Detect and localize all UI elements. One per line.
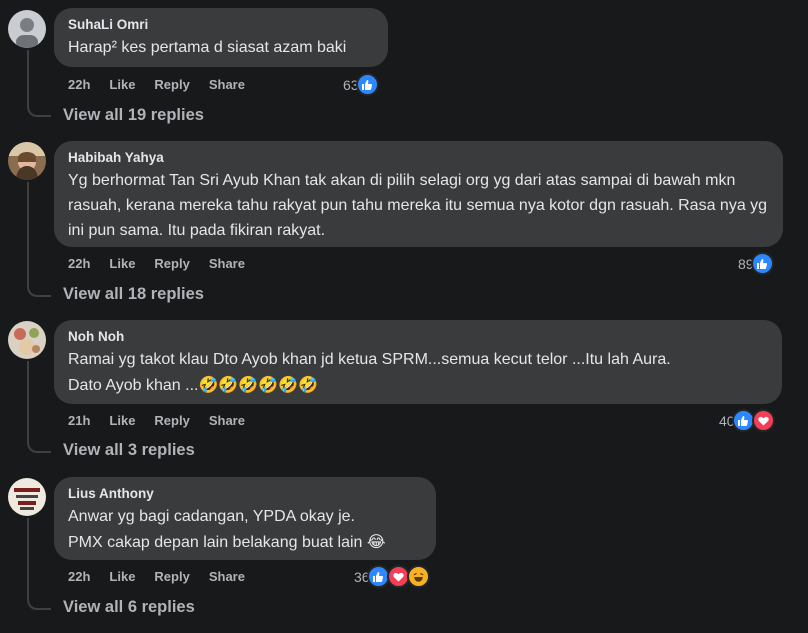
view-replies-link[interactable]: View all 6 replies — [63, 598, 195, 617]
comment-text: Anwar yg bagi cadangan, YPDA okay je. — [68, 508, 355, 525]
comment-bubble: Habibah Yahya Yg berhormat Tan Sri Ayub … — [54, 141, 783, 247]
comment-time[interactable]: 22h — [68, 77, 90, 92]
comment-time[interactable]: 22h — [68, 256, 90, 271]
reaction-summary[interactable]: 36 — [354, 565, 430, 588]
avatar[interactable] — [8, 478, 46, 516]
like-button[interactable]: Like — [109, 569, 135, 584]
reaction-summary[interactable]: 89 — [738, 252, 774, 275]
view-replies-link[interactable]: View all 18 replies — [63, 285, 204, 304]
comment-actions: 22h Like Reply Share — [68, 256, 264, 271]
reply-thread-line — [27, 518, 51, 610]
reaction-summary[interactable]: 63 — [343, 73, 379, 96]
reply-button[interactable]: Reply — [154, 77, 189, 92]
reply-thread-line — [27, 361, 51, 453]
comment-author[interactable]: Habibah Yahya — [68, 149, 769, 167]
reply-thread-line — [27, 50, 51, 117]
comment-text: PMX cakap depan lain belakang buat lain … — [68, 534, 386, 551]
like-icon — [355, 73, 379, 96]
reaction-summary[interactable]: 40 — [719, 409, 775, 432]
comment-time[interactable]: 22h — [68, 569, 90, 584]
share-button[interactable]: Share — [209, 256, 245, 271]
share-button[interactable]: Share — [209, 413, 245, 428]
reply-thread-line — [27, 182, 51, 297]
like-button[interactable]: Like — [109, 77, 135, 92]
view-replies-link[interactable]: View all 3 replies — [63, 441, 195, 460]
comment-actions: 22h Like Reply Share — [68, 77, 264, 92]
avatar[interactable] — [8, 10, 46, 48]
like-button[interactable]: Like — [109, 413, 135, 428]
comment-bubble: SuhaLi Omri Harap² kes pertama d siasat … — [54, 8, 388, 67]
comment-author[interactable]: Noh Noh — [68, 328, 768, 346]
avatar[interactable] — [8, 142, 46, 180]
comment-text: Yg berhormat Tan Sri Ayub Khan tak akan … — [68, 172, 768, 239]
reply-button[interactable]: Reply — [154, 256, 189, 271]
comment-actions: 22h Like Reply Share — [68, 569, 264, 584]
comment-author[interactable]: Lius Anthony — [68, 485, 422, 503]
comment-author[interactable]: SuhaLi Omri — [68, 16, 374, 34]
share-button[interactable]: Share — [209, 77, 245, 92]
avatar[interactable] — [8, 321, 46, 359]
like-button[interactable]: Like — [109, 256, 135, 271]
comment-bubble: Noh Noh Ramai yg takot klau Dto Ayob kha… — [54, 320, 782, 404]
reply-button[interactable]: Reply — [154, 569, 189, 584]
comment-actions: 21h Like Reply Share — [68, 413, 264, 428]
reply-button[interactable]: Reply — [154, 413, 189, 428]
comment-text: Dato Ayob khan ...🤣🤣🤣🤣🤣🤣 — [68, 377, 318, 394]
comment-text: Ramai yg takot klau Dto Ayob khan jd ket… — [68, 351, 671, 368]
love-icon — [751, 409, 775, 432]
share-button[interactable]: Share — [209, 569, 245, 584]
comment-text: Harap² kes pertama d siasat azam baki — [68, 39, 347, 56]
view-replies-link[interactable]: View all 19 replies — [63, 106, 204, 125]
comment-time[interactable]: 21h — [68, 413, 90, 428]
like-icon — [750, 252, 774, 275]
comment-bubble: Lius Anthony Anwar yg bagi cadangan, YPD… — [54, 477, 436, 560]
haha-icon — [406, 565, 430, 588]
